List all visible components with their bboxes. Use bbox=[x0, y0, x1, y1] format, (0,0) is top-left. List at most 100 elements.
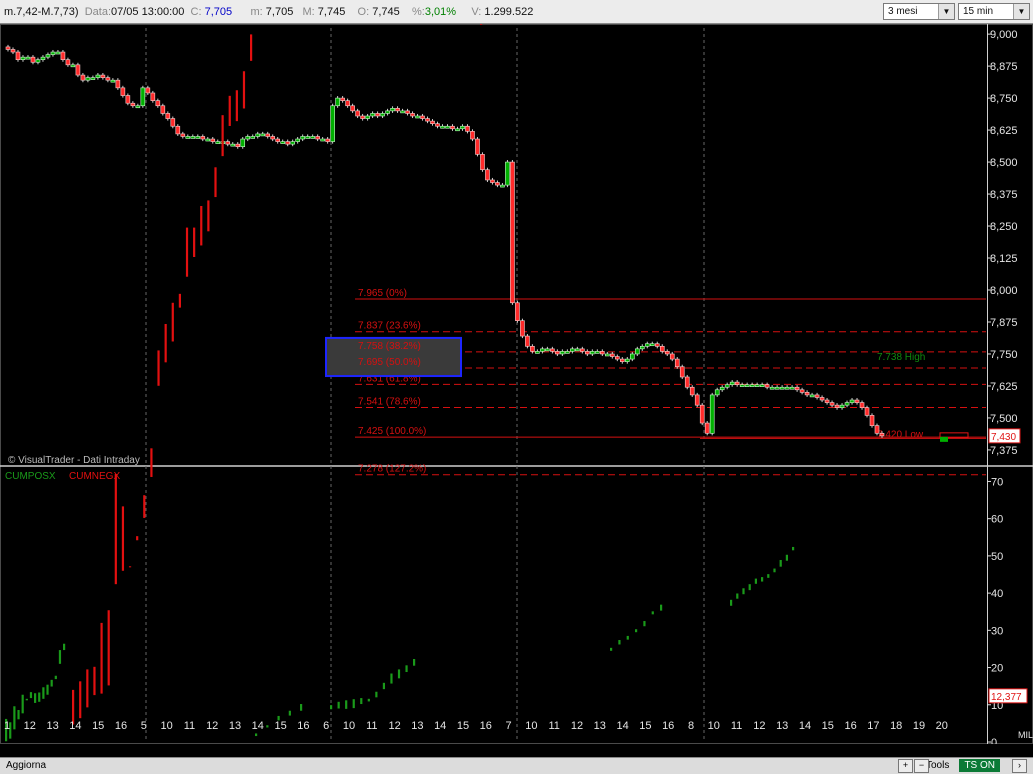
pct-label: %: bbox=[412, 6, 425, 18]
volume-bar-positive bbox=[288, 710, 291, 716]
candle bbox=[644, 343, 650, 347]
candle bbox=[25, 56, 31, 60]
candle bbox=[734, 381, 740, 385]
candle bbox=[530, 345, 535, 352]
candle bbox=[849, 399, 855, 403]
candle bbox=[145, 87, 151, 94]
candle bbox=[435, 123, 440, 127]
x-tick-label: 12 bbox=[206, 720, 218, 732]
candle bbox=[250, 136, 256, 139]
candle bbox=[160, 105, 166, 114]
tools-button[interactable]: Tools bbox=[926, 760, 949, 771]
x-tick-label: 16 bbox=[297, 720, 309, 732]
legend-cumnegx: CUMNEGX bbox=[69, 471, 120, 482]
volume-bar-positive bbox=[63, 643, 66, 651]
volume-bar-positive bbox=[610, 647, 613, 651]
candle bbox=[420, 115, 425, 119]
candle bbox=[864, 407, 870, 416]
x-tick-label: 15 bbox=[92, 720, 104, 732]
candle bbox=[560, 351, 565, 355]
fib-label: 7.758 (38.2%) bbox=[358, 341, 421, 352]
candle bbox=[225, 141, 231, 145]
candle bbox=[779, 386, 785, 390]
volume-bar-positive bbox=[785, 554, 788, 561]
chevron-down-icon: ▼ bbox=[938, 4, 954, 19]
max-value: 7,745 bbox=[317, 6, 346, 18]
volume-bar-positive bbox=[337, 701, 340, 709]
volume-bar-positive bbox=[773, 568, 776, 573]
candle bbox=[15, 51, 21, 61]
candle bbox=[699, 404, 705, 424]
update-label[interactable]: Aggiorna bbox=[6, 760, 46, 771]
x-tick-label: 14 bbox=[799, 720, 811, 732]
x-tick-label: 13 bbox=[594, 720, 606, 732]
volume-value: 1.299.522 bbox=[484, 6, 534, 18]
volume-bar-negative bbox=[143, 495, 146, 518]
candle bbox=[470, 131, 475, 140]
x-tick-label: 14 bbox=[434, 720, 446, 732]
candle bbox=[639, 345, 645, 350]
period-select-value: 3 mesi bbox=[888, 6, 918, 17]
volume-bar-negative bbox=[93, 666, 96, 696]
x-tick-label: 6 bbox=[323, 720, 329, 732]
x-tick-label: 14 bbox=[252, 720, 264, 732]
y-tick-label: 8,750 bbox=[990, 93, 1018, 105]
x-tick-label: 11 bbox=[731, 720, 742, 732]
interval-select[interactable]: 15 min ▼ bbox=[958, 3, 1030, 20]
candle bbox=[185, 136, 191, 139]
x-tick-label: 12 bbox=[753, 720, 765, 732]
volume-bar-negative bbox=[171, 302, 174, 342]
candle bbox=[794, 386, 800, 391]
x-tick-label: 15 bbox=[822, 720, 834, 732]
min-label: m: bbox=[250, 6, 263, 18]
volume-bar-negative bbox=[185, 227, 189, 277]
open-label: O: bbox=[357, 6, 370, 18]
candle bbox=[590, 351, 595, 355]
y-tick-label: 7,875 bbox=[990, 317, 1018, 329]
candle bbox=[684, 376, 690, 388]
zoom-in-button[interactable]: + bbox=[898, 759, 913, 773]
vol-y-tick-label: 20 bbox=[991, 663, 1003, 675]
volume-bar-positive bbox=[390, 673, 393, 684]
y-tick-label: 8,000 bbox=[990, 285, 1018, 297]
candle bbox=[120, 87, 126, 96]
high-marker-label: 7.738 High bbox=[877, 352, 925, 363]
x-tick-label: 16 bbox=[662, 720, 674, 732]
volume-bar-positive bbox=[266, 725, 269, 728]
volume-bar-negative bbox=[121, 506, 125, 571]
candle bbox=[275, 138, 280, 142]
volume-bar-positive bbox=[29, 692, 33, 699]
candle bbox=[310, 136, 315, 139]
candle bbox=[330, 105, 335, 142]
candle bbox=[405, 110, 410, 114]
candle bbox=[719, 386, 725, 391]
candle bbox=[510, 161, 515, 304]
chart-area[interactable]: 7.965 (0%) 7.837 (23.6%) 7.758 (38.2%) 7.69… bbox=[0, 24, 1033, 744]
period-select[interactable]: 3 mesi ▼ bbox=[883, 3, 955, 20]
candle bbox=[694, 394, 700, 406]
zoom-out-button[interactable]: − bbox=[914, 759, 929, 773]
candle bbox=[520, 320, 525, 337]
candle bbox=[450, 125, 455, 130]
candle bbox=[375, 113, 380, 117]
x-tick-label: 10 bbox=[160, 720, 172, 732]
candle bbox=[819, 397, 825, 401]
candle bbox=[839, 404, 845, 409]
x-tick-label: 10 bbox=[708, 720, 720, 732]
candle bbox=[814, 394, 820, 398]
candle bbox=[570, 348, 575, 352]
x-tick-label: 12 bbox=[571, 720, 583, 732]
watermark-text: © VisualTrader - Dati Intraday bbox=[8, 455, 140, 466]
volume-bar-positive bbox=[413, 658, 416, 666]
volume-bar-negative bbox=[86, 669, 89, 708]
expand-button[interactable]: › bbox=[1012, 759, 1027, 773]
x-tick-label: 8 bbox=[688, 720, 694, 732]
y-tick-label: 7,750 bbox=[990, 349, 1018, 361]
ts-on-button[interactable]: TS ON bbox=[959, 759, 1000, 772]
interval-select-value: 15 min bbox=[963, 6, 994, 17]
candle bbox=[804, 392, 810, 396]
candle bbox=[350, 105, 355, 112]
candle bbox=[75, 64, 81, 76]
candle bbox=[879, 432, 885, 437]
candle bbox=[565, 351, 570, 354]
